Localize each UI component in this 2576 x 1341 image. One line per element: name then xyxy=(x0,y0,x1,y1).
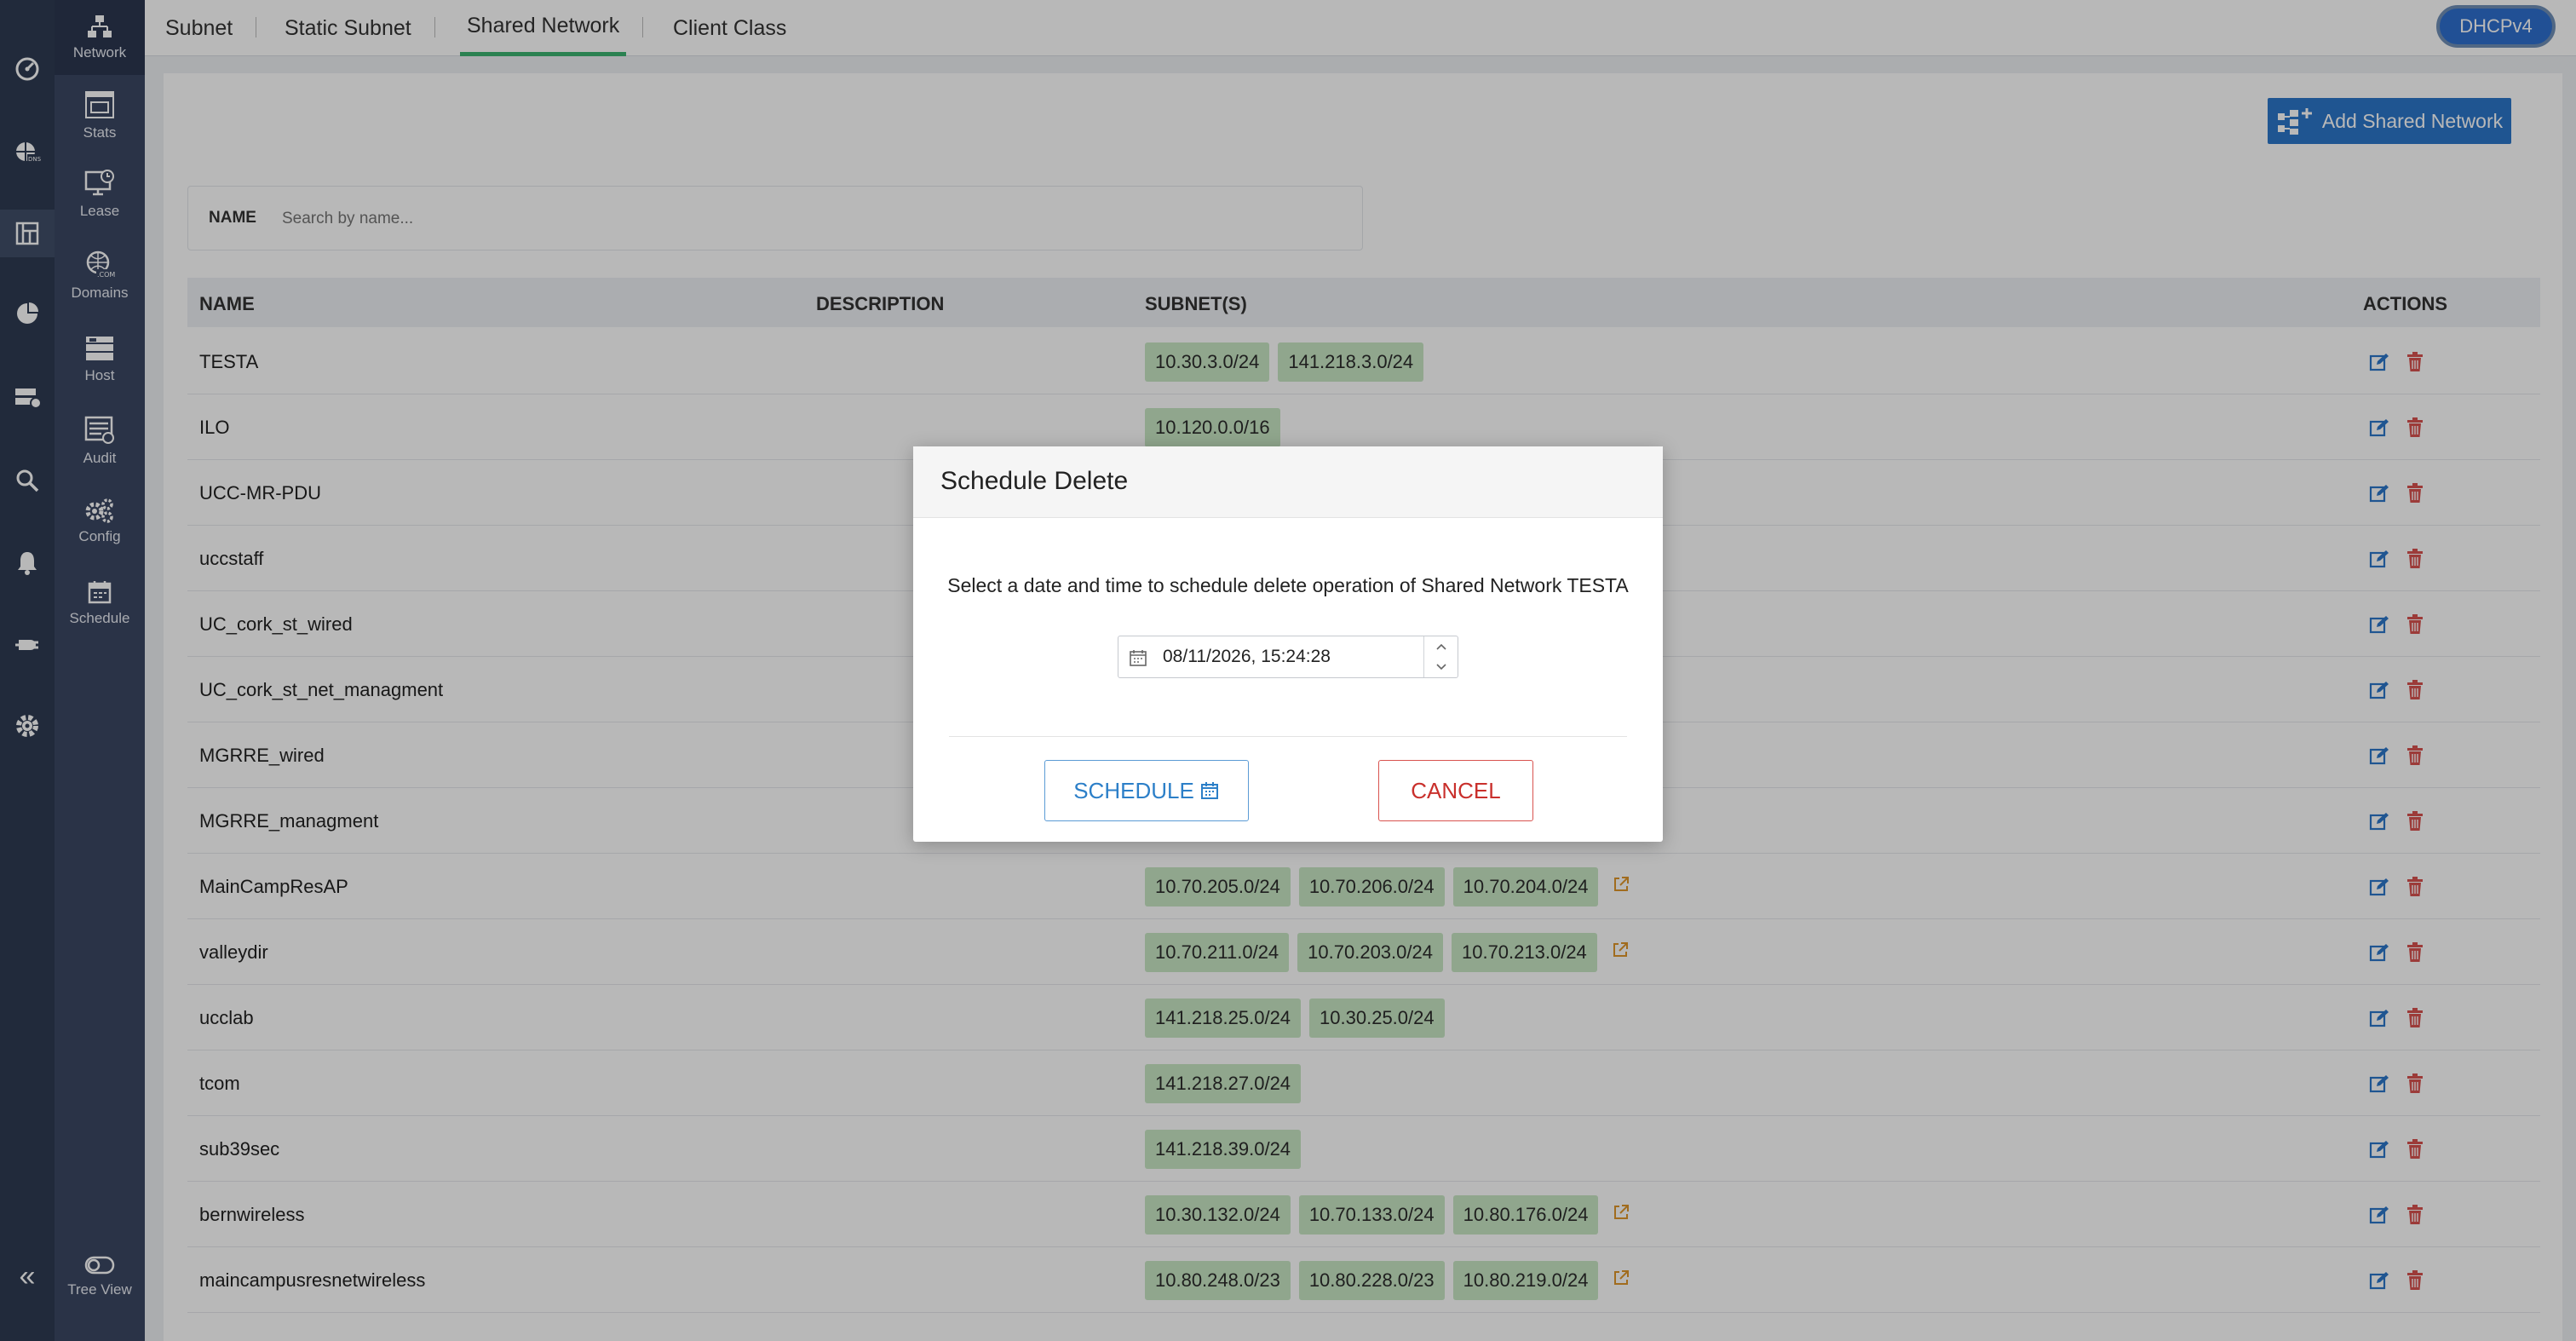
dialog-divider xyxy=(949,736,1627,737)
chevron-up-icon[interactable] xyxy=(1424,636,1458,657)
schedule-button-label: SCHEDULE xyxy=(1073,777,1194,803)
cancel-button[interactable]: CANCEL xyxy=(1378,760,1533,821)
dialog-header: Schedule Delete xyxy=(913,446,1663,518)
schedule-button[interactable]: SCHEDULE xyxy=(1044,760,1249,821)
calendar-icon xyxy=(1200,782,1218,799)
chevron-down-icon[interactable] xyxy=(1424,657,1458,677)
dialog-title: Schedule Delete xyxy=(940,467,1129,495)
datetime-picker[interactable]: 08/11/2026, 15:24:28 xyxy=(1118,636,1458,678)
dialog-message: Select a date and time to schedule delet… xyxy=(947,574,1629,596)
datetime-stepper xyxy=(1423,636,1458,677)
schedule-delete-dialog: Schedule Delete Select a date and time t… xyxy=(913,446,1663,842)
calendar-icon[interactable] xyxy=(1129,648,1147,671)
datetime-value[interactable]: 08/11/2026, 15:24:28 xyxy=(1163,647,1331,667)
